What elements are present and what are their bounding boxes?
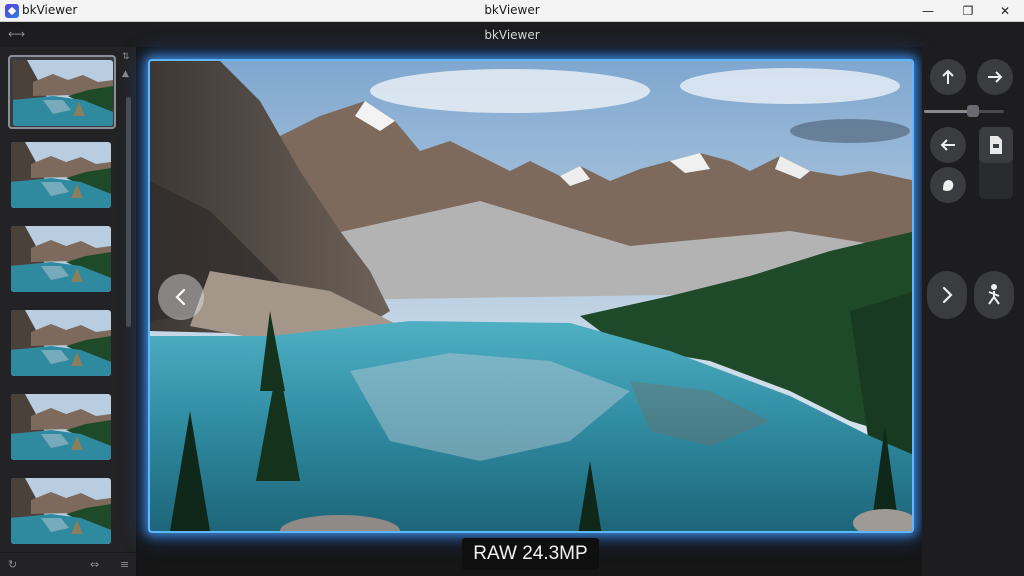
image-viewer: RAW 24.3MP xyxy=(137,47,922,576)
arrow-left-icon xyxy=(940,139,955,151)
previous-image-button[interactable] xyxy=(158,274,204,320)
os-window-title: bkViewer xyxy=(484,3,540,17)
sidebar-scroll-thumb[interactable] xyxy=(126,97,131,327)
chevron-left-icon xyxy=(175,288,186,306)
thumbnail-image xyxy=(13,60,113,126)
thumbnail-item[interactable] xyxy=(8,307,116,381)
minimize-icon: — xyxy=(922,4,934,18)
arrow-up-icon xyxy=(942,69,954,84)
thumbnail-image xyxy=(11,226,111,292)
person-tool-button[interactable] xyxy=(974,271,1014,319)
thumbnail-sidebar: ⇅ ▲ ↻ ⇔ ≡ xyxy=(0,47,137,576)
figure-icon xyxy=(988,284,1000,305)
thumbnail-item[interactable] xyxy=(8,475,116,549)
maximize-icon: ❐ xyxy=(962,4,974,18)
hand-icon xyxy=(943,180,954,191)
close-button[interactable]: ✕ xyxy=(985,0,1024,22)
move-left-button[interactable] xyxy=(930,127,966,163)
thumbnail-image xyxy=(11,142,111,208)
landscape-photo xyxy=(150,61,912,531)
thumbnail-item[interactable] xyxy=(8,55,116,129)
tool-panel xyxy=(922,47,1024,576)
thumbnail-image xyxy=(11,394,111,460)
refresh-icon[interactable]: ↻ xyxy=(8,558,17,571)
zoom-slider-knob[interactable] xyxy=(967,105,979,117)
app-header: ⟷ bkViewer xyxy=(0,23,1024,47)
menu-icon[interactable]: ≡ xyxy=(120,558,129,571)
pan-button[interactable] xyxy=(930,167,966,203)
sidebar-bottom-bar: ↻ ⇔ ≡ xyxy=(0,552,137,576)
expand-toggle-icon[interactable]: ⟷ xyxy=(8,27,25,41)
document-icon xyxy=(990,136,1002,154)
chevron-right-icon xyxy=(942,286,953,304)
thumbnail-item[interactable] xyxy=(8,139,116,213)
next-image-button[interactable] xyxy=(927,271,967,319)
thumbnail-item[interactable] xyxy=(8,223,116,297)
swap-icon[interactable]: ⇔ xyxy=(90,558,99,571)
minimize-button[interactable]: — xyxy=(908,0,948,22)
app-title: bkViewer xyxy=(484,28,540,42)
thumbnail-image xyxy=(11,310,111,376)
maximize-button[interactable]: ❐ xyxy=(948,0,988,22)
format-badge: RAW 24.3MP xyxy=(462,538,599,570)
sort-icon[interactable]: ⇅ xyxy=(122,52,130,62)
move-right-button[interactable] xyxy=(977,59,1013,95)
os-app-name: bkViewer xyxy=(22,3,78,17)
app-logo-icon xyxy=(5,4,19,18)
main-image[interactable] xyxy=(148,59,914,533)
document-button[interactable] xyxy=(979,127,1013,163)
arrow-right-icon xyxy=(988,71,1003,83)
thumbnail-image xyxy=(11,478,111,544)
filter-icon[interactable]: ▲ xyxy=(122,69,129,79)
move-up-button[interactable] xyxy=(930,59,966,95)
os-titlebar: bkViewer bkViewer — ❐ ✕ xyxy=(0,0,1024,22)
thumbnail-item[interactable] xyxy=(8,391,116,465)
close-icon: ✕ xyxy=(999,4,1011,18)
